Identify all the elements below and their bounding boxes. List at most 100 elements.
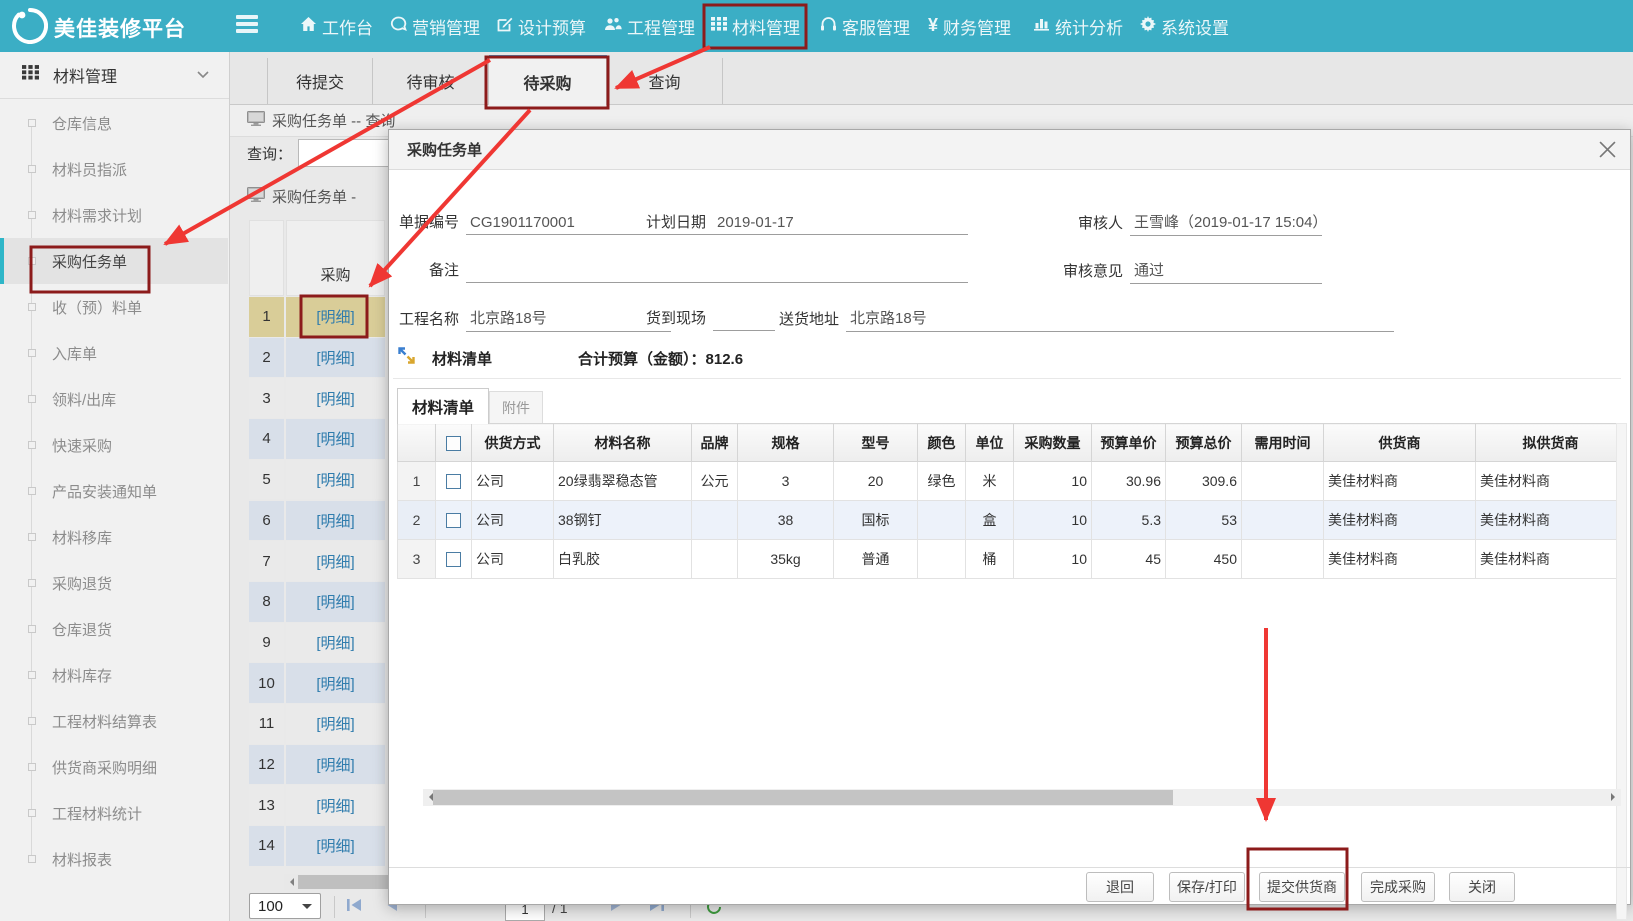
- scroll-left-icon[interactable]: [286, 878, 294, 886]
- detail-link-row-14[interactable]: [明细]: [286, 826, 385, 866]
- brand-logo-icon: [12, 8, 48, 49]
- sidebar-header[interactable]: 材料管理: [0, 52, 229, 99]
- close-button[interactable]: 关闭: [1449, 872, 1515, 902]
- row-checkbox[interactable]: [446, 513, 461, 528]
- scrollbar-thumb[interactable]: [433, 790, 1173, 805]
- monitor-icon: [247, 111, 265, 130]
- field-to-site: 货到现场: [644, 307, 775, 331]
- row-checkbox[interactable]: [446, 474, 461, 489]
- sidebar-item-label: 采购退货: [52, 573, 112, 594]
- sidebar-item-11[interactable]: 采购退货: [0, 560, 228, 606]
- nav-item-6[interactable]: 客服管理: [820, 0, 910, 52]
- sidebar-item-10[interactable]: 材料移库: [0, 514, 228, 560]
- cell: 38钢钉: [554, 501, 692, 540]
- col-header-9: 预算单价: [1092, 424, 1166, 462]
- scrollbar-thumb[interactable]: [298, 875, 388, 889]
- row-select-cell: [436, 462, 472, 501]
- complete-purchase-button[interactable]: 完成采购: [1361, 872, 1435, 902]
- row-checkbox[interactable]: [446, 552, 461, 567]
- detail-link-row-4[interactable]: [明细]: [286, 419, 385, 459]
- nav-item-5[interactable]: 材料管理: [711, 0, 800, 52]
- select-all-checkbox[interactable]: [446, 436, 461, 451]
- detail-link-row-9[interactable]: [明细]: [286, 623, 385, 663]
- cell: 10: [1014, 540, 1092, 579]
- tab-material-list[interactable]: 材料清单: [397, 388, 489, 424]
- list-row-number: 5: [249, 460, 284, 500]
- col-header-12: 供货商: [1324, 424, 1476, 462]
- submit-supplier-button[interactable]: 提交供货商: [1259, 872, 1345, 902]
- sidebar-item-16[interactable]: 工程材料统计: [0, 790, 228, 836]
- sidebar-item-8[interactable]: 快速采购: [0, 422, 228, 468]
- sidebar-item-3[interactable]: 材料需求计划: [0, 192, 228, 238]
- material-list-summary: 材料清单 合计预算（金额）：812.6: [397, 346, 743, 370]
- cell: [1242, 540, 1324, 579]
- detail-link-row-8[interactable]: [明细]: [286, 582, 385, 622]
- cell: 桶: [966, 540, 1014, 579]
- scroll-left-icon[interactable]: [425, 793, 433, 801]
- tab-4[interactable]: 查询: [607, 58, 723, 104]
- nav-item-8[interactable]: 统计分析: [1033, 0, 1123, 52]
- detail-link-row-1[interactable]: [明细]: [286, 297, 385, 337]
- sidebar-item-5[interactable]: 收（预）料单: [0, 284, 228, 330]
- field-label: 单据编号: [397, 211, 466, 235]
- tab-1[interactable]: 待提交: [267, 58, 373, 104]
- sidebar-item-9[interactable]: 产品安装通知单: [0, 468, 228, 514]
- detail-link-row-10[interactable]: [明细]: [286, 663, 385, 703]
- modal-horizontal-scrollbar[interactable]: [423, 789, 1621, 806]
- cell: 绿色: [918, 462, 966, 501]
- detail-link-row-7[interactable]: [明细]: [286, 541, 385, 581]
- sidebar-title: 材料管理: [53, 63, 117, 87]
- sidebar-item-17[interactable]: 材料报表: [0, 836, 228, 882]
- scroll-right-icon[interactable]: [1611, 793, 1619, 801]
- sidebar-item-14[interactable]: 工程材料结算表: [0, 698, 228, 744]
- tab-attachments[interactable]: 附件: [489, 391, 543, 424]
- tab-3[interactable]: 待采购: [489, 55, 607, 105]
- reviewer-value[interactable]: 王雪峰（2019-01-17 15:04）: [1130, 211, 1322, 236]
- cell: 20: [834, 462, 918, 501]
- detail-link-row-12[interactable]: [明细]: [286, 745, 385, 785]
- budget-total: 合计预算（金额）：812.6: [578, 348, 743, 369]
- save-print-button[interactable]: 保存/打印: [1169, 872, 1245, 902]
- field-remark: 备注: [397, 259, 968, 283]
- cell: 公司: [472, 540, 554, 579]
- detail-link-row-2[interactable]: [明细]: [286, 338, 385, 378]
- sidebar-item-4[interactable]: 采购任务单: [0, 238, 228, 284]
- to-site-value[interactable]: [713, 310, 775, 331]
- list-horizontal-scrollbar[interactable]: [284, 874, 388, 890]
- page-size-select[interactable]: 100: [249, 893, 321, 919]
- tab-2[interactable]: 待审核: [373, 58, 489, 104]
- col-header-10: 预算总价: [1166, 424, 1242, 462]
- first-page-button[interactable]: [346, 898, 363, 917]
- detail-link-row-6[interactable]: [明细]: [286, 501, 385, 541]
- nav-item-9[interactable]: 系统设置: [1140, 0, 1229, 52]
- sidebar-item-13[interactable]: 材料库存: [0, 652, 228, 698]
- sidebar-item-2[interactable]: 材料员指派: [0, 146, 228, 192]
- nav-item-3[interactable]: 设计预算: [497, 0, 586, 52]
- detail-link-row-5[interactable]: [明细]: [286, 460, 385, 500]
- hamburger-icon[interactable]: [236, 15, 258, 36]
- project-name-value[interactable]: 北京路18号: [466, 307, 671, 332]
- remark-value[interactable]: [466, 262, 968, 283]
- table-row: 3公司白乳胶35kg普通桶1045450美佳材料商美佳材料商: [398, 540, 1626, 579]
- sidebar-item-6[interactable]: 入库单: [0, 330, 228, 376]
- sidebar-item-1[interactable]: 仓库信息: [0, 100, 228, 146]
- detail-link-row-3[interactable]: [明细]: [286, 378, 385, 418]
- sidebar-item-7[interactable]: 领料/出库: [0, 376, 228, 422]
- chart-icon: [1033, 16, 1050, 36]
- return-button[interactable]: 退回: [1086, 872, 1154, 902]
- sidebar-item-12[interactable]: 仓库退货: [0, 606, 228, 652]
- detail-link-row-11[interactable]: [明细]: [286, 704, 385, 744]
- nav-item-1[interactable]: 工作台: [300, 0, 373, 52]
- sidebar-item-15[interactable]: 供货商采购明细: [0, 744, 228, 790]
- nav-item-2[interactable]: 营销管理: [390, 0, 480, 52]
- plan-date-value[interactable]: 2019-01-17: [713, 214, 968, 235]
- top-navbar: 美佳装修平台 工作台营销管理设计预算工程管理材料管理客服管理¥财务管理统计分析系…: [0, 0, 1633, 52]
- table-vertical-scrollbar[interactable]: [1616, 423, 1627, 920]
- close-icon[interactable]: [1599, 141, 1616, 158]
- review-opinion-value[interactable]: 通过: [1130, 259, 1322, 284]
- tree-node-icon: [28, 671, 36, 679]
- nav-item-4[interactable]: 工程管理: [604, 0, 695, 52]
- detail-link-row-13[interactable]: [明细]: [286, 785, 385, 825]
- nav-item-7[interactable]: ¥财务管理: [928, 0, 1011, 52]
- delivery-address-value[interactable]: 北京路18号: [846, 307, 1394, 332]
